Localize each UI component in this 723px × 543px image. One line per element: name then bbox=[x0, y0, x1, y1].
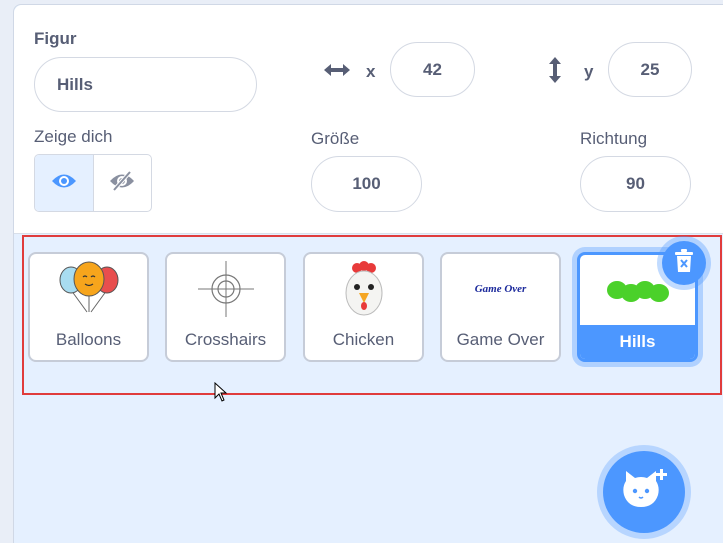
sprite-tile-label: Game Over bbox=[456, 330, 545, 349]
visibility-toggle bbox=[34, 154, 152, 212]
game-over-thumb-text: Game Over bbox=[474, 283, 527, 295]
y-arrows-icon bbox=[546, 55, 564, 90]
eye-slash-icon bbox=[109, 170, 135, 197]
y-label: y bbox=[584, 62, 594, 81]
game-over-icon: Game Over bbox=[442, 254, 559, 324]
delete-sprite-button[interactable] bbox=[662, 241, 706, 285]
mouse-cursor-icon bbox=[214, 381, 228, 407]
sprite-tile-game-over[interactable]: Game Over Game Over bbox=[440, 252, 561, 362]
sprite-tile-label: Balloons bbox=[55, 330, 122, 349]
balloons-icon bbox=[30, 254, 147, 324]
eye-icon bbox=[51, 172, 77, 195]
x-label: x bbox=[366, 62, 376, 81]
sprite-tile-label: Hills bbox=[580, 325, 695, 359]
hide-button[interactable] bbox=[94, 155, 152, 211]
x-arrows-icon bbox=[322, 61, 352, 84]
show-button[interactable] bbox=[35, 155, 94, 211]
sprite-name-input[interactable]: Hills bbox=[34, 57, 257, 112]
show-label: Zeige dich bbox=[34, 127, 113, 146]
x-input[interactable]: 42 bbox=[390, 42, 475, 97]
chicken-icon bbox=[305, 254, 422, 324]
sprite-info-panel: Figur Hills x 42 y 25 Zeige dich Größe 1… bbox=[14, 5, 723, 234]
sprite-list-highlight: Balloons Crosshairs Chicken Game Over Ga… bbox=[22, 235, 722, 395]
sprite-tile-chicken[interactable]: Chicken bbox=[303, 252, 424, 362]
sprite-label: Figur bbox=[34, 29, 77, 48]
sprite-tile-balloons[interactable]: Balloons bbox=[28, 252, 149, 362]
sprite-pane: Figur Hills x 42 y 25 Zeige dich Größe 1… bbox=[13, 4, 723, 543]
add-sprite-button[interactable] bbox=[603, 451, 685, 533]
add-sprite-cat-icon bbox=[620, 468, 668, 516]
size-label: Größe bbox=[311, 129, 360, 148]
size-input[interactable]: 100 bbox=[311, 156, 422, 212]
sprite-tile-crosshairs[interactable]: Crosshairs bbox=[165, 252, 286, 362]
y-input[interactable]: 25 bbox=[608, 42, 692, 97]
crosshairs-icon bbox=[167, 254, 284, 324]
trash-icon bbox=[673, 248, 695, 279]
sprite-tile-label: Chicken bbox=[332, 330, 395, 349]
sprite-tile-label: Crosshairs bbox=[184, 330, 267, 349]
direction-label: Richtung bbox=[580, 129, 648, 148]
direction-input[interactable]: 90 bbox=[580, 156, 691, 212]
